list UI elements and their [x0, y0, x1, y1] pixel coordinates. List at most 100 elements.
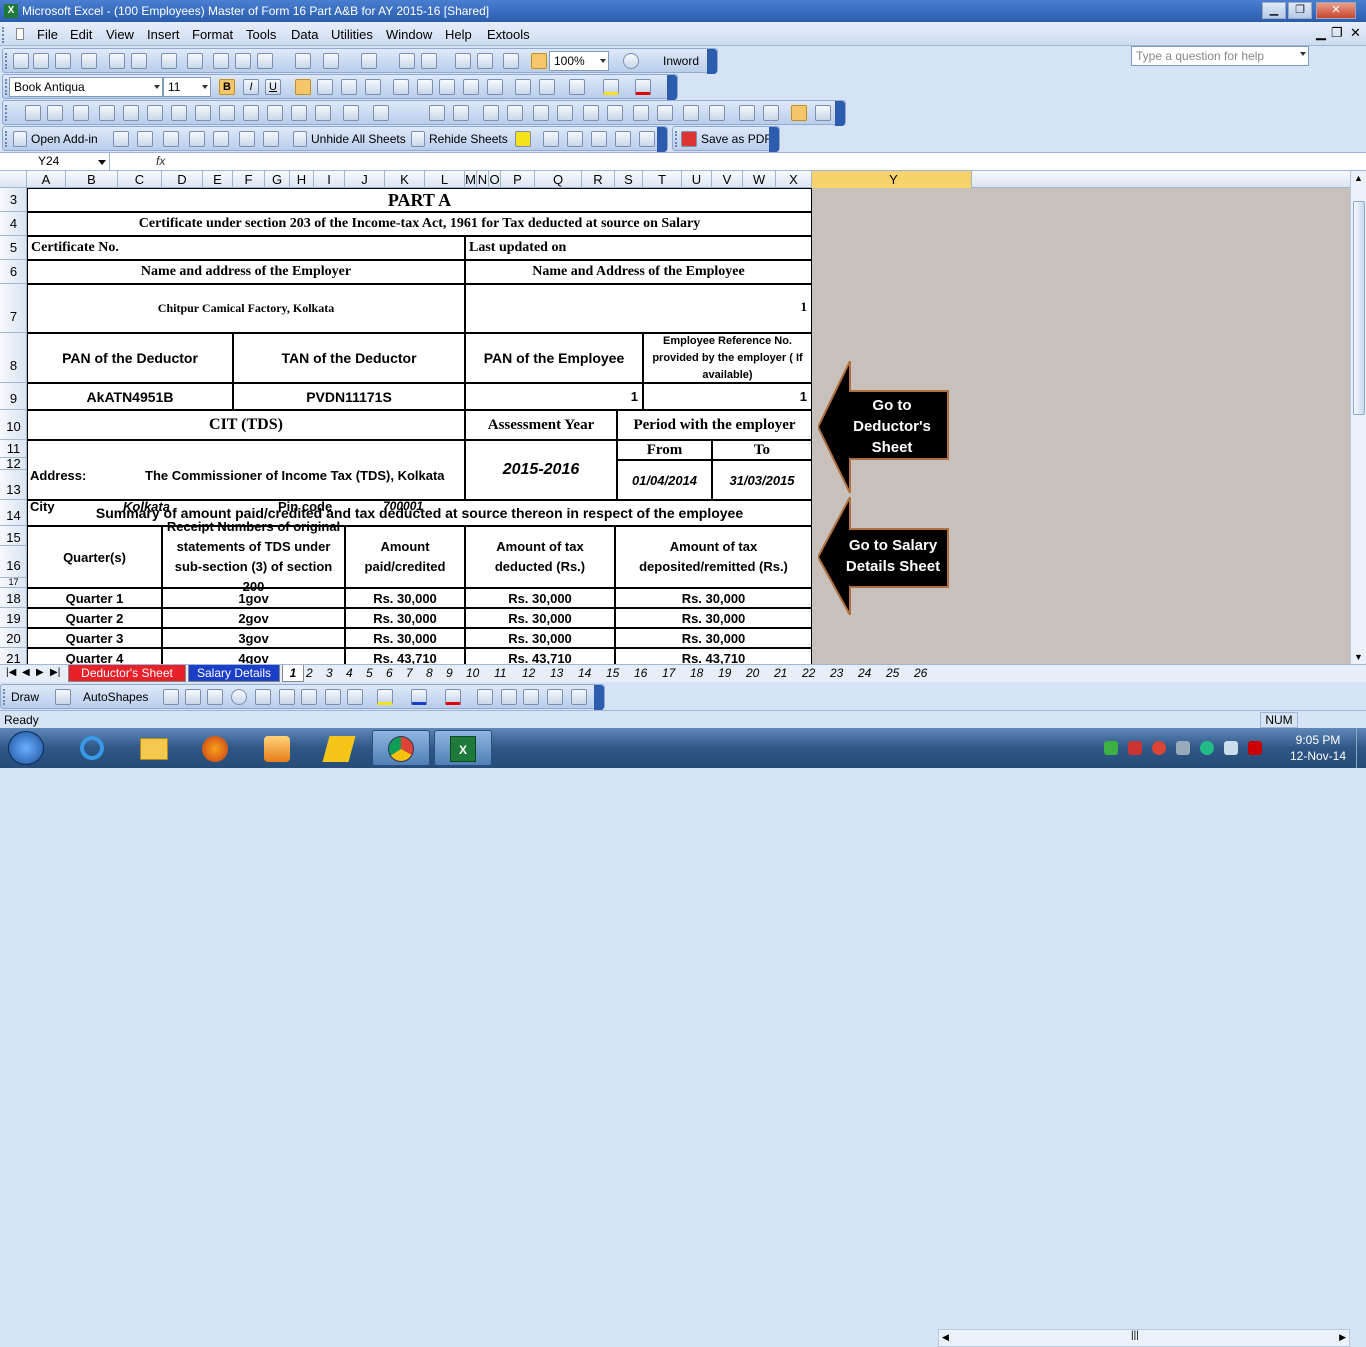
tools-icon[interactable]: [343, 105, 359, 121]
row-header[interactable]: 20: [0, 628, 27, 648]
deducted-cell[interactable]: Rs. 43,710: [465, 648, 615, 664]
hyperlink-icon[interactable]: [399, 53, 415, 69]
col-header[interactable]: Q: [535, 171, 582, 188]
employee-ref-label[interactable]: Employee Reference No. provided by the e…: [643, 333, 812, 383]
explorer-taskbar-icon[interactable]: [124, 730, 182, 766]
tab-sheet-18[interactable]: 18: [690, 666, 703, 680]
scroll-left-icon[interactable]: ◀: [942, 1332, 949, 1343]
code-icon[interactable]: [709, 105, 725, 121]
format-control-icon[interactable]: [683, 105, 699, 121]
scroll-right-icon[interactable]: ▶: [1339, 1332, 1346, 1343]
table-icon[interactable]: [543, 131, 559, 147]
tray-app-icon[interactable]: [1104, 741, 1118, 755]
col-header[interactable]: U: [682, 171, 712, 188]
drawing-icon[interactable]: [531, 53, 547, 69]
amount-cell[interactable]: Rs. 30,000: [345, 628, 465, 648]
col-header[interactable]: R: [582, 171, 615, 188]
zoom-select[interactable]: 100%: [549, 51, 609, 71]
col-header[interactable]: S: [615, 171, 643, 188]
tab-sheet-11[interactable]: 11: [494, 666, 506, 680]
tab-sheet-24[interactable]: 24: [858, 666, 871, 680]
export-icon[interactable]: [591, 131, 607, 147]
col-header[interactable]: H: [290, 171, 314, 188]
shadow-icon[interactable]: [547, 689, 563, 705]
print-preview-icon[interactable]: [131, 53, 147, 69]
row-header[interactable]: 3: [0, 188, 27, 212]
diagram-icon[interactable]: [301, 689, 317, 705]
row-header[interactable]: 4: [0, 212, 27, 236]
col-header[interactable]: B: [66, 171, 118, 188]
col-header[interactable]: I: [314, 171, 345, 188]
tab-sheet-8[interactable]: 8: [426, 666, 433, 680]
menu-help[interactable]: Help: [445, 27, 472, 42]
next-sheet-icon[interactable]: ▶: [36, 667, 44, 678]
radio-icon[interactable]: [147, 105, 163, 121]
col-header[interactable]: N: [477, 171, 489, 188]
fx-icon[interactable]: fx: [156, 154, 165, 168]
assessment-year-label[interactable]: Assessment Year: [465, 410, 617, 440]
summary-heading[interactable]: Summary of amount paid/credited and tax …: [27, 500, 812, 526]
run-dialog-icon[interactable]: [815, 105, 831, 121]
increase-decimal-icon[interactable]: [463, 79, 479, 95]
tab-sheet-13[interactable]: 13: [550, 666, 563, 680]
row-header[interactable]: 16: [0, 546, 27, 578]
select-objects-icon[interactable]: [55, 689, 71, 705]
tab-sheet-16[interactable]: 16: [634, 666, 647, 680]
menu-edit[interactable]: Edit: [70, 27, 92, 42]
clipart-icon[interactable]: [325, 689, 341, 705]
menu-window[interactable]: Window: [386, 27, 432, 42]
amount-cell[interactable]: Rs. 30,000: [345, 608, 465, 628]
dash-style-icon[interactable]: [501, 689, 517, 705]
spin-control-icon[interactable]: [657, 105, 673, 121]
list-icon[interactable]: [171, 105, 187, 121]
to-value[interactable]: 31/03/2015: [712, 460, 812, 500]
combo-icon[interactable]: [195, 105, 211, 121]
last-sheet-icon[interactable]: ▶|: [50, 667, 60, 678]
tab-deductor-sheet[interactable]: Deductor's Sheet: [68, 665, 186, 682]
part-title[interactable]: PART A: [27, 188, 812, 212]
autosum-icon[interactable]: [421, 53, 437, 69]
wordart-icon[interactable]: [279, 689, 295, 705]
label-control-icon[interactable]: [429, 105, 445, 121]
chart-wizard-icon[interactable]: [503, 53, 519, 69]
period-label[interactable]: Period with the employer: [617, 410, 812, 440]
row-header[interactable]: 7: [0, 284, 27, 333]
pan-deductor-label[interactable]: PAN of the Deductor: [27, 333, 233, 383]
row-header[interactable]: 21: [0, 648, 27, 664]
cut-icon[interactable]: [213, 53, 229, 69]
receipt-header[interactable]: Receipt Numbers of original statements o…: [162, 519, 345, 594]
tab-sheet-14[interactable]: 14: [578, 666, 591, 680]
col-header[interactable]: X: [776, 171, 812, 188]
line-color-icon[interactable]: [411, 689, 427, 705]
col-header[interactable]: A: [27, 171, 66, 188]
row-header[interactable]: 18: [0, 588, 27, 608]
draw-menu[interactable]: Draw: [11, 690, 39, 704]
col-header[interactable]: D: [162, 171, 203, 188]
prev-sheet-icon[interactable]: ◀: [22, 667, 30, 678]
open-addin-button[interactable]: Open Add-in: [31, 132, 98, 146]
menu-utilities[interactable]: Utilities: [331, 27, 373, 42]
group-box-icon[interactable]: [483, 105, 499, 121]
new-icon[interactable]: [13, 53, 29, 69]
underline-button[interactable]: U: [265, 79, 281, 95]
tray-pdf-icon[interactable]: [1248, 741, 1262, 755]
open-icon[interactable]: [33, 53, 49, 69]
rectangle-icon[interactable]: [207, 689, 223, 705]
image-icon[interactable]: [267, 105, 283, 121]
inword-button[interactable]: Inword: [663, 54, 699, 68]
bold-button[interactable]: B: [219, 79, 235, 95]
col-header[interactable]: M: [465, 171, 477, 188]
tab-sheet-22[interactable]: 22: [802, 666, 815, 680]
toolbar-options-icon[interactable]: [835, 101, 845, 126]
select-all[interactable]: [0, 171, 27, 188]
merge-center-icon[interactable]: [365, 79, 381, 95]
menu-extools[interactable]: Extools: [487, 27, 530, 42]
spelling-icon[interactable]: [161, 53, 177, 69]
employee-ref-value[interactable]: 1: [643, 383, 812, 410]
deposited-cell[interactable]: Rs. 30,000: [615, 588, 812, 608]
name-box[interactable]: Y24: [0, 153, 110, 170]
picture-icon[interactable]: [347, 689, 363, 705]
undo-icon[interactable]: [323, 53, 339, 69]
toolbar-options-icon[interactable]: [707, 49, 717, 74]
align-center-icon[interactable]: [317, 79, 333, 95]
